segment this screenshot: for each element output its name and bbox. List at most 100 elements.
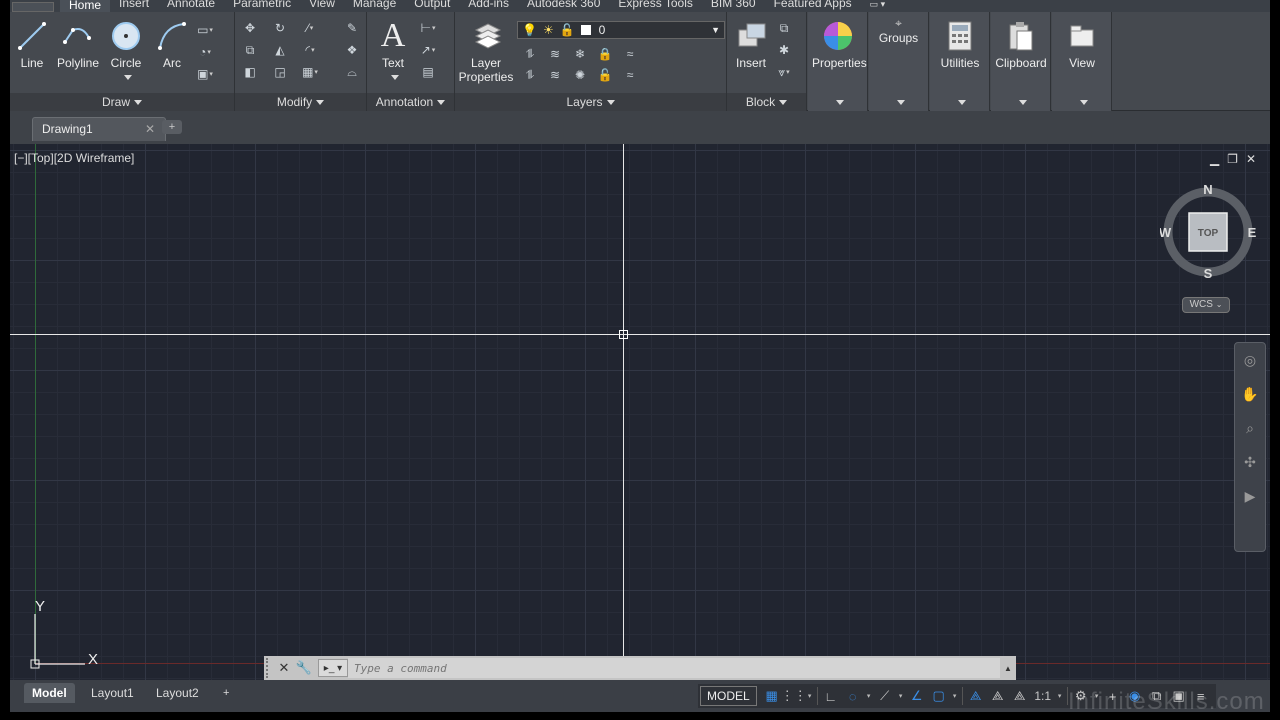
- layer-freeze-icon[interactable]: ❄: [569, 44, 591, 64]
- tab-express-tools[interactable]: Express Tools: [609, 0, 701, 9]
- application-menu-button[interactable]: [12, 2, 54, 12]
- move-icon[interactable]: ✥: [239, 18, 261, 38]
- offset-icon[interactable]: ⌓: [341, 62, 363, 82]
- new-document-tab-button[interactable]: +: [162, 120, 182, 134]
- clipboard-dropdown[interactable]: [991, 93, 1050, 111]
- insert-tool[interactable]: Insert: [729, 16, 773, 70]
- auto-scale-icon[interactable]: ⟁: [987, 686, 1009, 706]
- pan-icon[interactable]: ✋: [1235, 377, 1265, 411]
- customize-wrench-icon[interactable]: 🔧: [294, 658, 314, 678]
- line-tool[interactable]: Line: [10, 16, 54, 70]
- close-command-line-icon[interactable]: ✕: [274, 658, 294, 678]
- table-icon[interactable]: ▤: [417, 62, 439, 82]
- tab-bim-360[interactable]: BIM 360: [702, 0, 765, 9]
- wcs-menu-button[interactable]: WCS ⌄: [1182, 297, 1230, 313]
- groups-panel[interactable]: ⌖ Groups: [869, 12, 929, 111]
- text-dropdown-icon[interactable]: [391, 75, 399, 81]
- layer-dropdown[interactable]: 💡 ☀ 🔓 0 ▼: [517, 21, 725, 39]
- layout-tab-layout2[interactable]: Layout2: [148, 683, 207, 703]
- clipboard-panel[interactable]: Clipboard: [991, 12, 1051, 111]
- text-tool[interactable]: A Text: [371, 16, 415, 84]
- create-block-icon[interactable]: ⧉: [773, 18, 795, 38]
- zoom-icon[interactable]: ⌕: [1235, 411, 1265, 445]
- layer-unlock-icon[interactable]: 🔓: [594, 65, 616, 85]
- layer-walk-icon[interactable]: ≈: [619, 44, 641, 64]
- utilities-dropdown[interactable]: [930, 93, 989, 111]
- minimize-icon[interactable]: ▁: [1210, 152, 1219, 166]
- model-space-toggle[interactable]: MODEL: [700, 686, 757, 706]
- tab-output[interactable]: Output: [405, 0, 459, 9]
- layer-make-current-icon[interactable]: ⥮: [519, 65, 541, 85]
- tab-home[interactable]: Home: [60, 0, 111, 12]
- utilities-tool[interactable]: Utilities: [934, 16, 986, 70]
- tab-autodesk-360[interactable]: Autodesk 360: [518, 0, 609, 9]
- layer-properties-tool[interactable]: Layer Properties: [457, 16, 515, 84]
- tab-annotate[interactable]: Annotate: [158, 0, 224, 9]
- showmotion-icon[interactable]: ▶: [1235, 479, 1265, 513]
- explode-icon[interactable]: ❖: [341, 40, 363, 60]
- annotation-panel-title[interactable]: Annotation: [367, 93, 454, 111]
- polar-dropdown-icon[interactable]: ▾: [864, 692, 874, 700]
- ribbon-options-button[interactable]: ▭ ▾: [861, 0, 895, 9]
- rotate-icon[interactable]: ↻: [269, 18, 291, 38]
- tab-view[interactable]: View: [300, 0, 344, 9]
- document-tab[interactable]: Drawing1 ✕: [32, 117, 166, 141]
- close-viewport-icon[interactable]: ✕: [1246, 152, 1256, 166]
- polar-tracking-icon[interactable]: ◌: [842, 686, 864, 706]
- groups-dropdown[interactable]: [869, 93, 928, 111]
- snap-icon[interactable]: ⋮⋮: [781, 686, 807, 706]
- polyline-tool[interactable]: Polyline: [54, 16, 102, 70]
- command-history-up-icon[interactable]: ▲: [1000, 664, 1016, 673]
- clipboard-tool[interactable]: Clipboard: [993, 16, 1049, 70]
- tab-manage[interactable]: Manage: [344, 0, 405, 9]
- restore-icon[interactable]: ❐: [1227, 152, 1238, 166]
- attribute-icon[interactable]: ⩔ ▾: [773, 62, 795, 82]
- orbit-icon[interactable]: ✣: [1235, 445, 1265, 479]
- new-layout-tab-button[interactable]: +: [215, 683, 237, 703]
- drawing-canvas[interactable]: [−][Top][2D Wireframe] ▁ ❐ ✕ Y X TOP N S…: [10, 141, 1270, 680]
- circle-tool[interactable]: Circle: [104, 16, 148, 84]
- layer-thaw-icon[interactable]: ✺: [569, 65, 591, 85]
- view-dropdown[interactable]: [1052, 93, 1111, 111]
- leader-icon[interactable]: ↗ ▾: [417, 40, 439, 60]
- viewcube[interactable]: TOP N S E W: [1160, 182, 1256, 278]
- fillet-icon[interactable]: ◜ ▾: [299, 40, 321, 60]
- snap-dropdown-icon[interactable]: ▾: [805, 692, 815, 700]
- osnap-dropdown-icon[interactable]: ▾: [950, 692, 960, 700]
- steering-wheel-icon[interactable]: ◎: [1235, 343, 1265, 377]
- scale-readout[interactable]: 1:1: [1031, 686, 1055, 706]
- isodraft-icon[interactable]: ⟋: [874, 686, 896, 706]
- layer-lock-icon[interactable]: 🔒: [594, 44, 616, 64]
- region-icon[interactable]: ▣ ▾: [194, 64, 216, 84]
- layer-match-icon[interactable]: ⥮: [519, 44, 541, 64]
- hatch-icon[interactable]: ◔ ▾: [194, 42, 216, 62]
- tab-featured-apps[interactable]: Featured Apps: [765, 0, 861, 9]
- properties-panel[interactable]: Properties: [808, 12, 868, 111]
- draw-panel-title[interactable]: Draw: [10, 93, 234, 111]
- isodraft-dropdown-icon[interactable]: ▾: [896, 692, 906, 700]
- annotation-scale-icon[interactable]: ⟁: [1009, 686, 1031, 706]
- tab-insert[interactable]: Insert: [110, 0, 158, 9]
- scale-icon[interactable]: ◲: [269, 62, 291, 82]
- layers-panel-title[interactable]: Layers: [455, 93, 726, 111]
- groups-tool[interactable]: ⌖ Groups: [869, 16, 928, 45]
- view-panel[interactable]: View: [1052, 12, 1112, 111]
- annotation-visibility-icon[interactable]: ⟁: [965, 686, 987, 706]
- layer-iso-icon[interactable]: ≋: [544, 44, 566, 64]
- properties-tool[interactable]: Properties: [812, 16, 867, 70]
- properties-dropdown[interactable]: [808, 93, 867, 111]
- stretch-icon[interactable]: ◧: [239, 62, 261, 82]
- dimension-icon[interactable]: ⊢ ▾: [417, 18, 439, 38]
- layout-tab-layout1[interactable]: Layout1: [83, 683, 142, 703]
- tab-add-ins[interactable]: Add-ins: [459, 0, 518, 9]
- command-input[interactable]: [348, 658, 1000, 678]
- layer-uniso-icon[interactable]: ≋: [544, 65, 566, 85]
- tab-parametric[interactable]: Parametric: [224, 0, 300, 9]
- close-icon[interactable]: ✕: [145, 118, 155, 140]
- erase-icon[interactable]: ✎: [341, 18, 363, 38]
- edit-block-icon[interactable]: ✱: [773, 40, 795, 60]
- utilities-panel[interactable]: Utilities: [930, 12, 990, 111]
- view-tool[interactable]: View: [1056, 16, 1108, 70]
- mirror-icon[interactable]: ◭: [269, 40, 291, 60]
- recent-commands-icon[interactable]: ▸_ ▾: [318, 659, 348, 677]
